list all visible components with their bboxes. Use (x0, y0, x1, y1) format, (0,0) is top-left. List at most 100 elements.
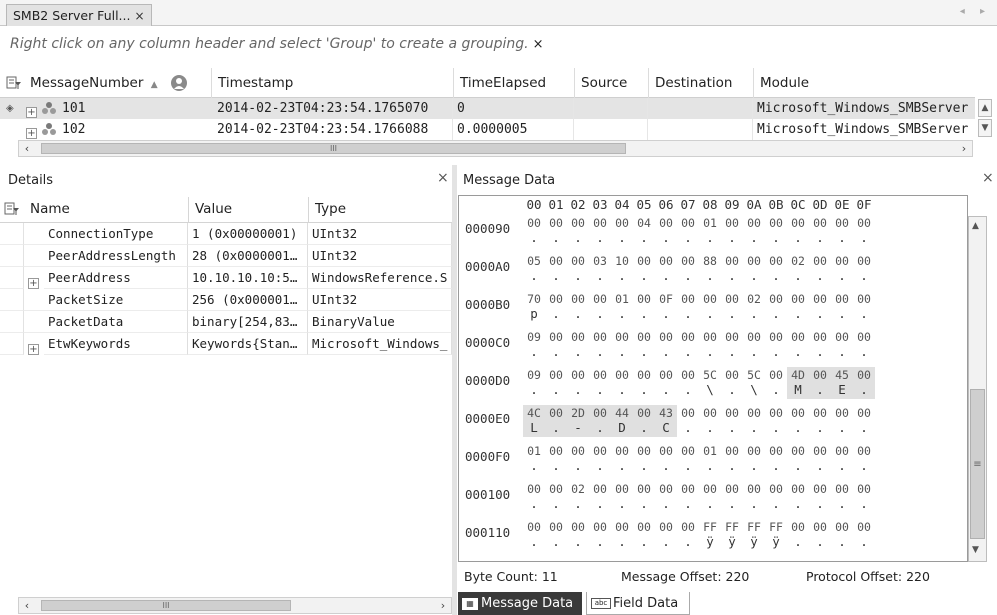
ascii-char[interactable]: . (787, 307, 809, 323)
hex-byte[interactable]: 00 (545, 519, 567, 535)
ascii-char[interactable]: . (809, 269, 831, 285)
hex-byte[interactable]: 00 (545, 253, 567, 269)
hex-byte[interactable]: 00 (589, 291, 611, 307)
hex-byte[interactable]: 00 (611, 519, 633, 535)
ascii-char[interactable]: . (699, 345, 721, 361)
ascii-char[interactable]: . (633, 535, 655, 551)
details-row[interactable]: ConnectionType 1 (0x00000001) UInt32 (0, 223, 452, 245)
close-tab-icon[interactable]: × (134, 9, 144, 23)
ascii-char[interactable]: . (633, 421, 655, 437)
ascii-char[interactable]: . (765, 421, 787, 437)
hex-byte[interactable]: 00 (787, 405, 809, 421)
ascii-char[interactable]: ÿ (743, 535, 765, 551)
ascii-char[interactable]: . (699, 421, 721, 437)
hex-byte[interactable]: 00 (765, 443, 787, 459)
ascii-char[interactable]: ÿ (699, 535, 721, 551)
ascii-char[interactable]: . (743, 421, 765, 437)
ascii-char[interactable]: . (655, 459, 677, 475)
details-row[interactable]: + PeerAddress 10.10.10.10:5… WindowsReferen… (0, 267, 452, 289)
hex-byte[interactable]: 00 (677, 367, 699, 383)
grid-scroll-up-button[interactable]: ▲ (978, 99, 992, 117)
ascii-char[interactable]: . (589, 345, 611, 361)
hex-byte[interactable]: 00 (809, 443, 831, 459)
details-column-type[interactable]: Type (308, 197, 452, 223)
ascii-char[interactable]: . (545, 269, 567, 285)
ascii-char[interactable]: . (721, 269, 743, 285)
document-tab[interactable]: SMB2 Server Full... × (6, 4, 152, 26)
hex-byte[interactable]: 00 (809, 253, 831, 269)
details-row[interactable]: PacketData binary[254,83… BinaryValue (0, 311, 452, 333)
hex-byte[interactable]: 43 (655, 405, 677, 421)
hex-byte[interactable]: 00 (831, 443, 853, 459)
hex-byte[interactable]: 00 (743, 329, 765, 345)
ascii-char[interactable]: . (523, 497, 545, 513)
column-header-messagenumber[interactable]: MessageNumber ▲ (24, 68, 164, 98)
hex-byte[interactable]: 04 (633, 215, 655, 231)
scroll-left-icon[interactable]: ‹ (19, 598, 35, 613)
ascii-char[interactable]: M (787, 383, 809, 399)
hex-byte[interactable]: 4C (523, 405, 545, 421)
hex-byte[interactable]: 00 (765, 215, 787, 231)
details-row[interactable]: PeerAddressLength 28 (0x0000001… UInt32 (0, 245, 452, 267)
ascii-char[interactable]: . (655, 345, 677, 361)
hex-byte[interactable]: 00 (853, 215, 875, 231)
ascii-char[interactable]: - (567, 421, 589, 437)
hex-byte[interactable]: 00 (831, 253, 853, 269)
ascii-char[interactable]: L (523, 421, 545, 437)
tab-scroll-arrows-icon[interactable]: ◂ ▸ (960, 6, 991, 17)
hex-byte[interactable]: 00 (633, 291, 655, 307)
hex-byte[interactable]: 00 (567, 519, 589, 535)
details-scroll-thumb[interactable]: III (41, 600, 291, 611)
ascii-char[interactable]: . (765, 345, 787, 361)
ascii-char[interactable]: . (787, 345, 809, 361)
ascii-char[interactable]: . (567, 231, 589, 247)
ascii-char[interactable]: . (633, 231, 655, 247)
ascii-char[interactable]: . (743, 269, 765, 285)
tab-message-data[interactable]: ▦ Message Data (458, 592, 582, 615)
hex-byte[interactable]: 00 (611, 481, 633, 497)
hex-byte[interactable]: 00 (853, 253, 875, 269)
hex-byte[interactable]: 01 (611, 291, 633, 307)
ascii-char[interactable]: . (589, 383, 611, 399)
expand-field-icon[interactable]: + (28, 338, 39, 360)
column-header-destination[interactable]: Destination (648, 68, 753, 98)
hex-byte[interactable]: 00 (809, 367, 831, 383)
ascii-char[interactable]: . (677, 497, 699, 513)
ascii-char[interactable]: . (787, 459, 809, 475)
hex-byte[interactable]: 00 (633, 481, 655, 497)
column-header-module[interactable]: Module (753, 68, 975, 98)
ascii-char[interactable]: . (545, 497, 567, 513)
hex-byte[interactable]: 00 (809, 215, 831, 231)
ascii-char[interactable]: . (853, 535, 875, 551)
column-header-timestamp[interactable]: Timestamp (211, 68, 454, 98)
scroll-down-icon[interactable]: ▼ (972, 545, 979, 555)
hex-byte[interactable]: 00 (677, 481, 699, 497)
ascii-char[interactable]: . (721, 231, 743, 247)
ascii-char[interactable]: . (523, 345, 545, 361)
ascii-char[interactable]: . (633, 383, 655, 399)
ascii-char[interactable]: . (721, 383, 743, 399)
ascii-char[interactable]: . (809, 535, 831, 551)
close-message-data-icon[interactable]: × (982, 170, 994, 186)
hex-byte[interactable]: 0F (655, 291, 677, 307)
ascii-char[interactable]: . (721, 497, 743, 513)
hex-byte[interactable]: 00 (699, 405, 721, 421)
hex-byte[interactable]: 00 (853, 443, 875, 459)
ascii-char[interactable]: . (831, 421, 853, 437)
hex-byte[interactable]: 00 (809, 405, 831, 421)
hex-byte[interactable]: 00 (743, 481, 765, 497)
ascii-char[interactable]: . (545, 383, 567, 399)
hex-vertical-scrollbar[interactable]: ▲ ≡ ▼ (968, 216, 987, 562)
hex-byte[interactable]: 00 (523, 215, 545, 231)
hex-byte[interactable]: 00 (721, 405, 743, 421)
ascii-char[interactable]: . (831, 459, 853, 475)
hex-view[interactable]: 00 01 02 03 04 05 06 07 08 09 0A 0B 0C 0D 0E 0F 000090 00… (458, 195, 968, 562)
hex-byte[interactable]: 00 (611, 367, 633, 383)
ascii-char[interactable]: . (831, 231, 853, 247)
column-header-source[interactable]: Source (574, 68, 648, 98)
ascii-char[interactable]: . (743, 459, 765, 475)
ascii-char[interactable]: . (765, 307, 787, 323)
hex-byte[interactable]: 00 (765, 253, 787, 269)
hex-byte[interactable]: 00 (787, 519, 809, 535)
hex-byte[interactable]: 01 (699, 215, 721, 231)
